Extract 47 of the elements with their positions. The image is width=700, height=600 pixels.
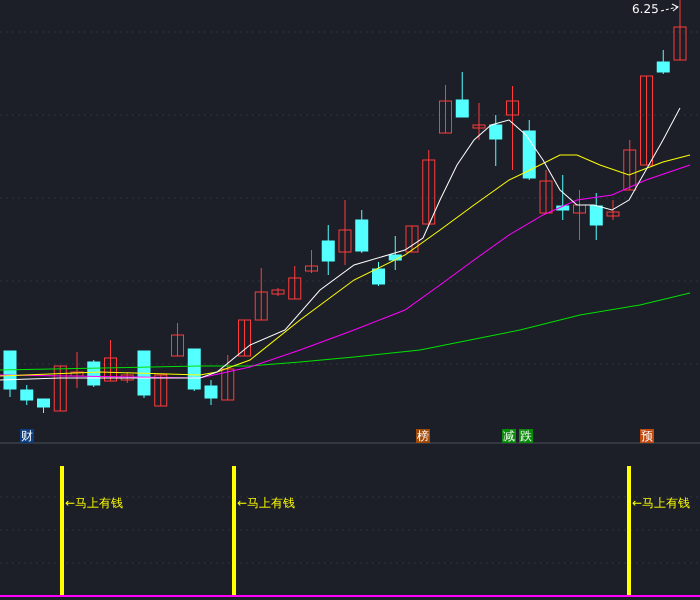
leader-line xyxy=(660,4,679,12)
candlestick xyxy=(322,224,335,276)
candlestick xyxy=(171,322,184,356)
candlestick xyxy=(104,340,117,382)
candlestick xyxy=(4,350,16,398)
candlestick xyxy=(305,250,318,274)
candlestick xyxy=(656,50,670,74)
event-tag: 财 xyxy=(20,429,34,443)
candlestick xyxy=(456,72,469,118)
candlestick xyxy=(120,372,134,384)
candlestick xyxy=(388,236,402,270)
candlestick xyxy=(623,140,636,190)
event-tag: 榜 xyxy=(416,429,430,443)
candlestick xyxy=(573,190,586,240)
candlestick xyxy=(188,348,201,392)
candlestick xyxy=(556,174,570,220)
candlestick xyxy=(221,354,234,400)
candlestick xyxy=(70,352,84,388)
candlestick xyxy=(606,200,620,220)
candlestick xyxy=(590,192,603,240)
candlestick xyxy=(439,84,452,134)
candlestick xyxy=(154,374,168,406)
signal-label: ←马上有钱 xyxy=(65,495,124,512)
event-tag: 跌 xyxy=(519,429,533,443)
candlestick xyxy=(522,120,536,180)
event-tag: 减 xyxy=(502,429,516,443)
candlestick xyxy=(288,266,302,300)
event-tag: 预 xyxy=(640,429,654,443)
candlestick xyxy=(540,170,552,214)
price-label: 6.25 xyxy=(632,2,659,16)
candlestick xyxy=(489,114,502,166)
candlestick xyxy=(238,320,251,356)
signal-label: ←马上有钱 xyxy=(632,495,690,512)
candlestick xyxy=(674,0,686,60)
candlestick xyxy=(20,384,34,406)
candlestick xyxy=(372,262,385,286)
candlestick xyxy=(338,200,352,266)
candlestick xyxy=(54,366,67,412)
candlestick xyxy=(472,102,486,140)
signal-label: ←马上有钱 xyxy=(237,495,296,512)
candlestick xyxy=(272,288,284,296)
candlestick xyxy=(355,210,368,254)
candlestick xyxy=(204,380,218,406)
candlestick xyxy=(406,226,418,252)
candlestick xyxy=(138,350,150,398)
candlestick xyxy=(37,398,50,414)
candlestick xyxy=(254,268,268,320)
